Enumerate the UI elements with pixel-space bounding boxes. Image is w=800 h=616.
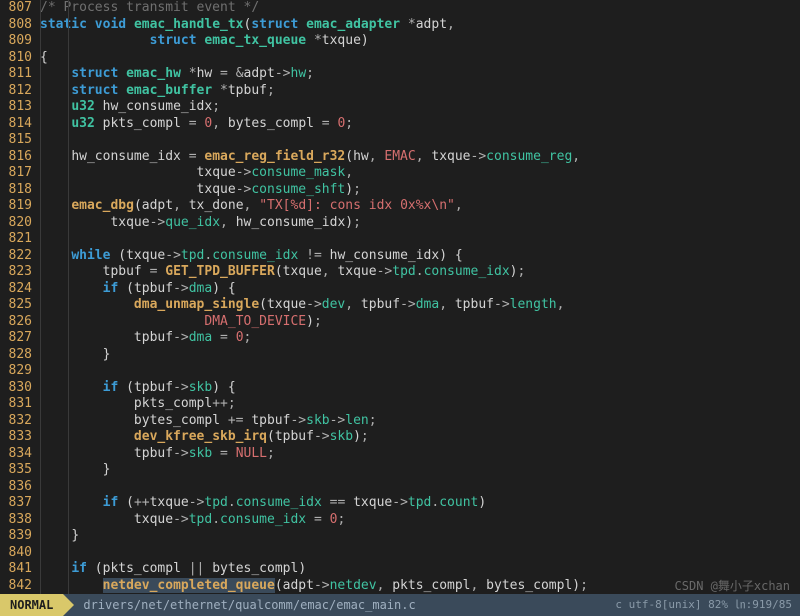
code-line[interactable]: static void emac_handle_tx(struct emac_a… (40, 17, 800, 34)
code-line[interactable]: { (40, 50, 800, 67)
code-line[interactable]: u32 pkts_compl = 0, bytes_compl = 0; (40, 116, 800, 133)
line-number: 812 (0, 83, 32, 100)
code-line[interactable]: hw_consume_idx = emac_reg_field_r32(hw, … (40, 149, 800, 166)
code-line[interactable]: } (40, 462, 800, 479)
code-line[interactable]: struct emac_tx_queue *txque) (40, 33, 800, 50)
line-number: 830 (0, 380, 32, 397)
code-line[interactable]: bytes_compl += tpbuf->skb->len; (40, 413, 800, 430)
line-number: 829 (0, 363, 32, 380)
code-line[interactable]: tpbuf = GET_TPD_BUFFER(txque, txque->tpd… (40, 264, 800, 281)
code-line[interactable]: txque->consume_shft); (40, 182, 800, 199)
code-line[interactable]: } (40, 528, 800, 545)
line-number: 837 (0, 495, 32, 512)
code-area[interactable]: /* Process transmit event */static void … (38, 0, 800, 594)
line-number: 809 (0, 33, 32, 50)
line-number: 823 (0, 264, 32, 281)
line-number: 821 (0, 231, 32, 248)
code-line[interactable]: if (tpbuf->skb) { (40, 380, 800, 397)
code-line[interactable]: struct emac_hw *hw = &adpt->hw; (40, 66, 800, 83)
line-number: 819 (0, 198, 32, 215)
line-number: 831 (0, 396, 32, 413)
line-number: 828 (0, 347, 32, 364)
line-number: 835 (0, 462, 32, 479)
file-path: drivers/net/ethernet/qualcomm/emac/emac_… (63, 597, 615, 614)
code-line[interactable]: } (40, 347, 800, 364)
status-bar: NORMAL drivers/net/ethernet/qualcomm/ema… (0, 594, 800, 616)
line-number-gutter: 8078088098108118128138148158168178188198… (0, 0, 38, 594)
code-line[interactable]: tpbuf->dma = 0; (40, 330, 800, 347)
line-number: 841 (0, 561, 32, 578)
line-number: 816 (0, 149, 32, 166)
code-line[interactable]: if (pkts_compl || bytes_compl) (40, 561, 800, 578)
line-number: 818 (0, 182, 32, 199)
code-line[interactable]: txque->tpd.consume_idx = 0; (40, 512, 800, 529)
indent-guide (40, 0, 41, 594)
code-line[interactable] (40, 545, 800, 562)
watermark: CSDN @舞小子xchan (675, 578, 790, 595)
line-number: 820 (0, 215, 32, 232)
line-number: 839 (0, 528, 32, 545)
line-number: 840 (0, 545, 32, 562)
code-line[interactable]: pkts_compl++; (40, 396, 800, 413)
line-number: 810 (0, 50, 32, 67)
code-line[interactable] (40, 231, 800, 248)
code-line[interactable]: DMA_TO_DEVICE); (40, 314, 800, 331)
code-line[interactable]: emac_dbg(adpt, tx_done, "TX[%d]: cons id… (40, 198, 800, 215)
line-number: 825 (0, 297, 32, 314)
code-line[interactable] (40, 132, 800, 149)
indent-guide (68, 0, 69, 594)
code-line[interactable]: if (++txque->tpd.consume_idx == txque->t… (40, 495, 800, 512)
code-line[interactable]: while (txque->tpd.consume_idx != hw_cons… (40, 248, 800, 265)
code-line[interactable]: txque->consume_mask, (40, 165, 800, 182)
line-number: 811 (0, 66, 32, 83)
code-line[interactable]: /* Process transmit event */ (40, 0, 800, 17)
code-line[interactable] (40, 363, 800, 380)
line-number: 822 (0, 248, 32, 265)
line-number: 807 (0, 0, 32, 17)
line-number: 832 (0, 413, 32, 430)
line-number: 813 (0, 99, 32, 116)
code-line[interactable]: struct emac_buffer *tpbuf; (40, 83, 800, 100)
line-number: 827 (0, 330, 32, 347)
code-line[interactable]: tpbuf->skb = NULL; (40, 446, 800, 463)
line-number: 808 (0, 17, 32, 34)
line-number: 836 (0, 479, 32, 496)
line-number: 826 (0, 314, 32, 331)
code-line[interactable]: txque->que_idx, hw_consume_idx); (40, 215, 800, 232)
editor-viewport[interactable]: 8078088098108118128138148158168178188198… (0, 0, 800, 594)
line-number: 814 (0, 116, 32, 133)
line-number: 833 (0, 429, 32, 446)
line-number: 842 (0, 578, 32, 595)
line-number: 815 (0, 132, 32, 149)
mode-indicator: NORMAL (0, 594, 63, 616)
line-number: 834 (0, 446, 32, 463)
code-line[interactable]: u32 hw_consume_idx; (40, 99, 800, 116)
code-line[interactable] (40, 479, 800, 496)
line-number: 824 (0, 281, 32, 298)
line-number: 838 (0, 512, 32, 529)
code-line[interactable]: dma_unmap_single(txque->dev, tpbuf->dma,… (40, 297, 800, 314)
code-line[interactable]: dev_kfree_skb_irq(tpbuf->skb); (40, 429, 800, 446)
status-right: c utf-8[unix] 82% ㏑:919/85 (615, 597, 800, 614)
line-number: 817 (0, 165, 32, 182)
code-line[interactable]: if (tpbuf->dma) { (40, 281, 800, 298)
